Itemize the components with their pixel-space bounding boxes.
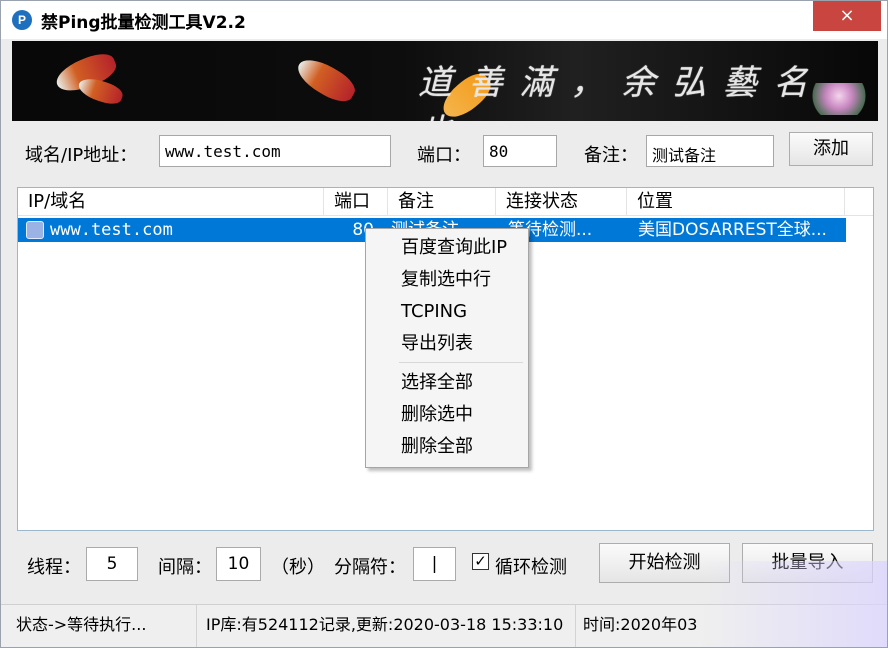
- koi-fish-icon: [292, 52, 360, 108]
- menu-divider: [399, 362, 523, 363]
- domain-input[interactable]: www.test.com: [159, 135, 391, 167]
- status-ip-db: IP库:有524112记录,更新:2020-03-18 15:33:10: [206, 605, 576, 647]
- separator-label: 分隔符：: [334, 557, 406, 578]
- loop-check-label[interactable]: 循环检测: [495, 553, 567, 579]
- context-menu: 百度查询此IP 复制选中行 TCPING 导出列表 选择全部 删除选中 删除全部: [365, 228, 529, 468]
- status-time: 时间:2020年03: [583, 615, 698, 634]
- seconds-label: （秒）: [271, 557, 325, 578]
- loop-check-checkbox[interactable]: ✓: [472, 553, 489, 570]
- header-banner-image: 道 善 滿 ， 余 弘 藝 名， 也: [12, 41, 878, 121]
- note-input[interactable]: 测试备注: [646, 135, 774, 167]
- separator-input[interactable]: |: [413, 547, 456, 581]
- menu-item-copy-selected-row[interactable]: 复制选中行: [401, 268, 491, 292]
- port-label: 端口：: [417, 145, 471, 166]
- menu-item-delete-selected[interactable]: 删除选中: [401, 403, 473, 427]
- column-header-location[interactable]: 位置: [627, 188, 845, 216]
- menu-item-export-list[interactable]: 导出列表: [401, 332, 473, 356]
- user-icon: [26, 221, 44, 239]
- menu-item-tcping[interactable]: TCPING: [401, 300, 467, 324]
- status-state: 状态->等待执行...: [16, 605, 197, 647]
- column-header-status[interactable]: 连接状态: [496, 188, 627, 216]
- lotus-flower-icon: [807, 83, 871, 115]
- threads-label: 线程：: [27, 557, 81, 578]
- main-window: P 禁Ping批量检测工具V2.2 × 道 善 滿 ， 余 弘 藝 名， 也 域…: [0, 0, 888, 648]
- row-host: www.test.com: [50, 220, 173, 240]
- column-header-note[interactable]: 备注: [388, 188, 496, 216]
- note-label: 备注：: [584, 145, 638, 166]
- watermark-overlay: [701, 561, 887, 647]
- domain-label: 域名/IP地址：: [25, 145, 138, 166]
- threads-input[interactable]: 5: [86, 547, 138, 581]
- row-location: 美国DOSARREST全球...: [638, 220, 827, 240]
- column-header-host[interactable]: IP/域名: [18, 188, 324, 216]
- app-p-icon: P: [12, 10, 32, 30]
- add-button[interactable]: 添加: [789, 132, 873, 166]
- menu-item-select-all[interactable]: 选择全部: [401, 371, 473, 395]
- port-input[interactable]: 80: [483, 135, 557, 167]
- title-bar[interactable]: P 禁Ping批量检测工具V2.2 ×: [1, 1, 887, 39]
- interval-input[interactable]: 10: [216, 547, 261, 581]
- window-title: 禁Ping批量检测工具V2.2: [41, 13, 246, 33]
- menu-item-delete-all[interactable]: 删除全部: [401, 435, 473, 459]
- interval-label: 间隔：: [158, 557, 212, 578]
- menu-item-baidu-query-ip[interactable]: 百度查询此IP: [401, 236, 507, 260]
- column-header-port[interactable]: 端口: [324, 188, 388, 216]
- close-button[interactable]: ×: [813, 1, 881, 31]
- table-header: IP/域名 端口 备注 连接状态 位置: [18, 188, 873, 216]
